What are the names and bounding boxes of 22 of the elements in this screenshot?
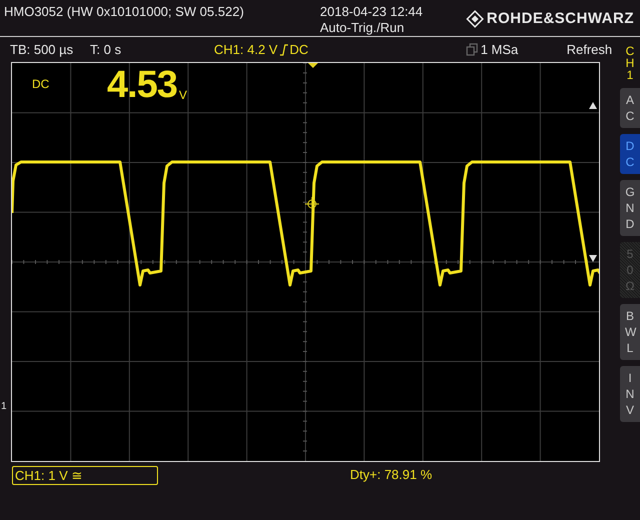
coupling-button[interactable]: INV xyxy=(620,366,640,422)
channel-menu-title: CH1 xyxy=(624,45,636,81)
voltage-readout: 4.53 xyxy=(107,65,177,105)
acquisition-mode: Refresh xyxy=(566,40,612,59)
trigger-coupling: DC xyxy=(290,40,310,59)
ground-marker: 1 xyxy=(1,401,7,413)
timebase: TB: 500 µs xyxy=(10,40,74,59)
coupling-button[interactable]: GND xyxy=(620,180,640,236)
coupling-button[interactable]: BWL xyxy=(620,304,640,360)
channel-scale[interactable]: CH1: 1 V ≅ xyxy=(12,466,158,484)
brand-logo: ROHDE&SCHWARZ xyxy=(486,11,634,27)
sample-rate: 1 MSa xyxy=(480,40,520,59)
readout-unit: V xyxy=(178,87,187,103)
duty-cycle-measurement: Dty+: 78.91 % xyxy=(350,466,432,484)
coupling-button[interactable]: DC xyxy=(620,134,640,174)
trigger-time: T: 0 s xyxy=(90,40,122,59)
date-time: 2018-04-23 12:44 xyxy=(320,4,424,20)
trigger-level: CH1: 4.2 V xyxy=(214,40,278,59)
device-title: HMO3052 (HW 0x10101000; SW 05.522) xyxy=(4,4,244,19)
coupling-label: DC xyxy=(32,76,50,93)
trigger-status: Auto-Trig./Run xyxy=(320,20,406,36)
coupling-button[interactable]: AC xyxy=(620,88,640,128)
